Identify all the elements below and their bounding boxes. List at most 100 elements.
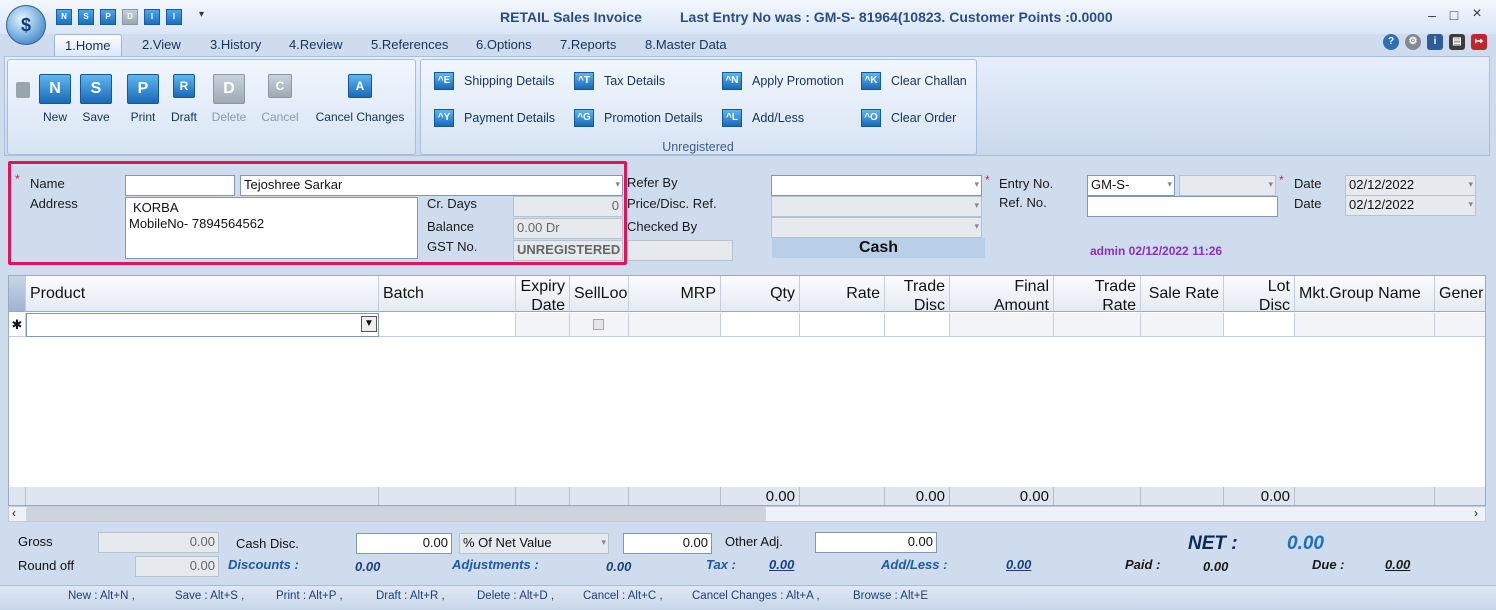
col-mkt-group[interactable]: Mkt.Group Name (1295, 276, 1435, 312)
tab-reports[interactable]: 7.Reports (550, 34, 626, 56)
trade-disc-cell[interactable] (885, 313, 950, 337)
chevron-down-icon[interactable]: ▾ (974, 221, 979, 232)
tab-view[interactable]: 2.View (132, 34, 191, 56)
cancel-changes-button[interactable]: A Cancel Changes (312, 74, 408, 124)
quick-delete-icon[interactable]: D (122, 9, 138, 25)
quick-info-icon[interactable]: I (144, 9, 160, 25)
quick-new-icon[interactable]: N (56, 9, 72, 25)
rate-cell[interactable] (800, 313, 885, 337)
clear-order-button[interactable]: ^O Clear Order (861, 109, 956, 127)
close-button[interactable]: × (1467, 5, 1487, 23)
promotion-details-button[interactable]: ^G Promotion Details (574, 109, 703, 127)
chevron-down-icon[interactable]: ▾ (1468, 199, 1473, 210)
cash-disc-mode-select[interactable]: % Of Net Value ▾ (459, 533, 609, 554)
payment-details-button[interactable]: ^Y Payment Details (434, 109, 555, 127)
help-icon[interactable]: ? (1383, 34, 1399, 50)
date2-picker[interactable]: 02/12/2022 ▾ (1345, 195, 1476, 216)
customer-name-combo[interactable]: Tejoshree Sarkar ▾ (240, 175, 623, 196)
ref-no-input[interactable] (1087, 196, 1278, 217)
col-selllo[interactable]: SellLoo (570, 276, 629, 312)
product-cell[interactable]: ▼ (26, 313, 379, 337)
clear-challan-button[interactable]: ^K Clear Challan (861, 72, 967, 90)
col-rate[interactable]: Rate (800, 276, 885, 312)
expiry-cell[interactable] (516, 313, 570, 337)
delete-button[interactable]: D Delete (208, 74, 250, 124)
sale-rate-cell[interactable] (1141, 313, 1224, 337)
col-trade-rate[interactable]: Trade Rate (1054, 276, 1141, 312)
chevron-down-icon[interactable]: ▾ (1468, 179, 1473, 190)
add-less-button[interactable]: ^L Add/Less (722, 109, 804, 127)
payment-mode-button[interactable]: Cash (772, 238, 985, 258)
cash-disc-input[interactable]: 0.00 (356, 533, 452, 554)
col-mrp[interactable]: MRP (629, 276, 721, 312)
chevron-down-icon[interactable]: ▾ (974, 200, 979, 211)
col-sale-rate[interactable]: Sale Rate (1141, 276, 1224, 312)
maximize-button[interactable]: □ (1444, 7, 1464, 23)
other-adj-input[interactable]: 0.00 (815, 532, 937, 553)
addless-link[interactable]: 0.00 (1006, 557, 1031, 572)
col-lot-disc[interactable]: Lot Disc (1224, 276, 1295, 312)
info-icon[interactable]: i (1427, 34, 1443, 50)
minimize-button[interactable]: – (1422, 7, 1442, 23)
price-disc-combo[interactable]: ▾ (771, 196, 982, 217)
tab-references[interactable]: 5.References (361, 34, 458, 56)
print-button[interactable]: P Print (124, 74, 162, 124)
tab-home[interactable]: 1.Home (54, 34, 122, 56)
chevron-down-icon[interactable]: ▾ (615, 179, 620, 190)
chevron-down-icon[interactable]: ▼ (361, 316, 377, 332)
col-trade-disc[interactable]: Trade Disc (885, 276, 950, 312)
refer-by-combo[interactable]: ▾ (771, 175, 982, 196)
address-textarea[interactable]: KORBA MobileNo- 7894564562 (125, 197, 418, 259)
exit-icon[interactable]: ↦ (1471, 34, 1487, 50)
customize-qa-icon[interactable]: ▾ (199, 9, 204, 20)
cancel-button[interactable]: C Cancel (258, 74, 302, 124)
entry-prefix-combo[interactable]: GM-S- ▾ (1087, 175, 1175, 196)
generic-cell[interactable] (1435, 313, 1485, 337)
tab-master-data[interactable]: 8.Master Data (635, 34, 737, 56)
mkt-group-cell[interactable] (1295, 313, 1435, 337)
col-final-amount[interactable]: Final Amount (950, 276, 1054, 312)
col-generic[interactable]: Gener (1435, 276, 1485, 312)
entry-no-combo[interactable]: ▾ (1179, 175, 1276, 196)
quick-info2-icon[interactable]: I (166, 9, 182, 25)
batch-cell[interactable] (379, 313, 516, 337)
lot-disc-cell[interactable] (1224, 313, 1295, 337)
tax-details-button[interactable]: ^T Tax Details (574, 72, 665, 90)
col-qty[interactable]: Qty (721, 276, 800, 312)
quick-print-icon[interactable]: P (100, 9, 116, 25)
app-menu-icon[interactable]: $ (6, 5, 46, 45)
col-batch[interactable]: Batch (379, 276, 516, 312)
scroll-left-icon[interactable]: ‹ (12, 506, 16, 520)
draft-button[interactable]: R Draft (166, 74, 202, 124)
final-amount-cell[interactable] (950, 313, 1054, 337)
tab-history[interactable]: 3.History (200, 34, 271, 56)
chevron-down-icon[interactable]: ▾ (974, 179, 979, 190)
shipping-details-button[interactable]: ^E Shipping Details (434, 72, 554, 90)
qty-cell[interactable] (721, 313, 800, 337)
selllo-checkbox[interactable] (593, 319, 604, 330)
mrp-cell[interactable] (629, 313, 721, 337)
calculator-icon[interactable]: ▤ (1449, 34, 1465, 50)
chevron-down-icon[interactable]: ▾ (601, 537, 606, 548)
settings-icon[interactable]: ⚙ (1405, 34, 1421, 50)
trade-rate-cell[interactable] (1054, 313, 1141, 337)
quick-save-icon[interactable]: S (78, 9, 94, 25)
cash-disc-amount-input[interactable]: 0.00 (623, 533, 712, 554)
chevron-down-icon[interactable]: ▾ (1268, 179, 1273, 190)
selllo-cell[interactable] (570, 313, 629, 337)
col-product[interactable]: Product (26, 276, 379, 312)
scroll-right-icon[interactable]: › (1474, 506, 1478, 520)
tax-link[interactable]: 0.00 (769, 557, 794, 572)
chevron-down-icon[interactable]: ▾ (1167, 179, 1172, 190)
save-button[interactable]: S Save (78, 74, 114, 124)
tab-review[interactable]: 4.Review (279, 34, 352, 56)
checked-by-combo[interactable]: ▾ (771, 217, 982, 238)
new-button[interactable]: N New (36, 74, 74, 124)
scrollbar-thumb[interactable] (26, 507, 766, 521)
product-grid[interactable]: Product Batch Expiry Date SellLoo MRP Qty… (8, 275, 1486, 506)
apply-promotion-button[interactable]: ^N Apply Promotion (722, 72, 844, 90)
date-picker[interactable]: 02/12/2022 ▾ (1345, 175, 1476, 196)
customer-code-input[interactable] (125, 175, 235, 196)
col-expiry[interactable]: Expiry Date (516, 276, 570, 312)
tab-options[interactable]: 6.Options (466, 34, 542, 56)
